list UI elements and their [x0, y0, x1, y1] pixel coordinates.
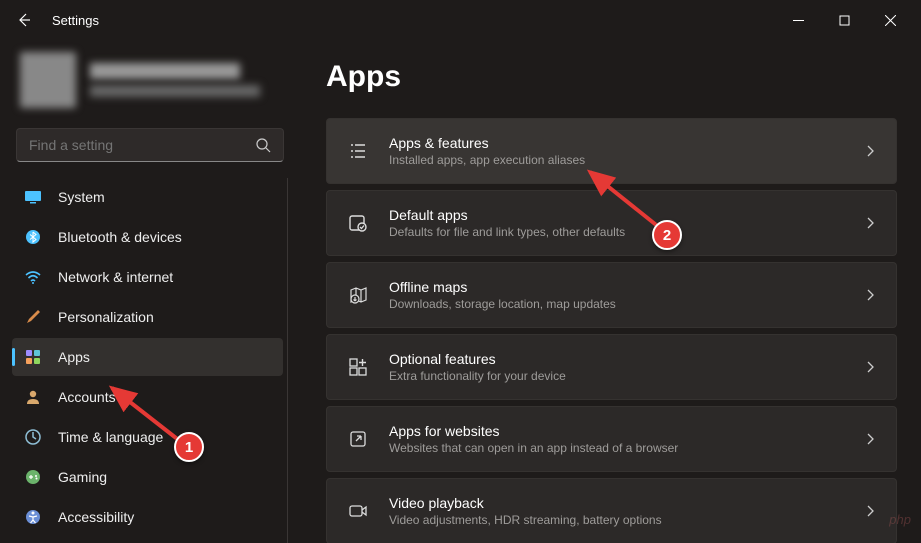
brush-icon	[24, 308, 42, 326]
bluetooth-icon	[24, 228, 42, 246]
default-apps-icon	[347, 212, 369, 234]
sidebar-item-network[interactable]: Network & internet	[12, 258, 283, 296]
wifi-icon	[24, 268, 42, 286]
sidebar-item-label: System	[58, 189, 105, 205]
card-subtitle: Video adjustments, HDR streaming, batter…	[389, 513, 844, 527]
apps-icon	[24, 348, 42, 366]
annotation-badge-1: 1	[174, 432, 204, 462]
clock-globe-icon	[24, 428, 42, 446]
card-title: Default apps	[389, 207, 844, 223]
sidebar-item-accounts[interactable]: Accounts	[12, 378, 283, 416]
card-title: Apps & features	[389, 135, 844, 151]
nav-list: System Bluetooth & devices Network & int…	[12, 178, 288, 543]
gamepad-icon	[24, 468, 42, 486]
chevron-right-icon	[864, 361, 876, 373]
sidebar-item-label: Network & internet	[58, 269, 173, 285]
card-title: Offline maps	[389, 279, 844, 295]
sidebar-item-time[interactable]: Time & language	[12, 418, 283, 456]
search-icon	[255, 137, 271, 153]
sidebar-item-label: Apps	[58, 349, 90, 365]
sidebar-item-label: Accessibility	[58, 509, 134, 525]
close-icon	[885, 15, 896, 26]
card-apps-for-websites[interactable]: Apps for websites Websites that can open…	[326, 406, 897, 472]
chevron-right-icon	[864, 505, 876, 517]
titlebar: Settings	[0, 0, 921, 40]
back-button[interactable]	[8, 4, 40, 36]
card-subtitle: Extra functionality for your device	[389, 369, 844, 383]
open-external-icon	[347, 428, 369, 450]
search-box[interactable]	[16, 128, 284, 162]
watermark: php	[889, 512, 911, 527]
chevron-right-icon	[864, 217, 876, 229]
profile-name-redacted	[90, 63, 240, 79]
main-content: Apps Apps & features Installed apps, app…	[300, 40, 921, 543]
minimize-button[interactable]	[775, 4, 821, 36]
list-icon	[347, 140, 369, 162]
sidebar-item-label: Personalization	[58, 309, 154, 325]
chevron-right-icon	[864, 433, 876, 445]
accessibility-icon	[24, 508, 42, 526]
person-icon	[24, 388, 42, 406]
sidebar-item-accessibility[interactable]: Accessibility	[12, 498, 283, 536]
annotation-badge-2: 2	[652, 220, 682, 250]
card-subtitle: Downloads, storage location, map updates	[389, 297, 844, 311]
chevron-right-icon	[864, 289, 876, 301]
card-subtitle: Websites that can open in an app instead…	[389, 441, 844, 455]
sidebar-item-personalization[interactable]: Personalization	[12, 298, 283, 336]
minimize-icon	[793, 15, 804, 26]
search-input[interactable]	[29, 137, 255, 153]
card-subtitle: Installed apps, app execution aliases	[389, 153, 844, 167]
card-offline-maps[interactable]: Offline maps Downloads, storage location…	[326, 262, 897, 328]
sidebar-item-label: Time & language	[58, 429, 163, 445]
sidebar-item-label: Gaming	[58, 469, 107, 485]
avatar	[20, 52, 76, 108]
card-apps-features[interactable]: Apps & features Installed apps, app exec…	[326, 118, 897, 184]
maximize-button[interactable]	[821, 4, 867, 36]
page-title: Apps	[326, 60, 897, 94]
arrow-left-icon	[16, 12, 32, 28]
sidebar-item-bluetooth[interactable]: Bluetooth & devices	[12, 218, 283, 256]
monitor-icon	[24, 188, 42, 206]
card-title: Optional features	[389, 351, 844, 367]
card-title: Apps for websites	[389, 423, 844, 439]
card-title: Video playback	[389, 495, 844, 511]
card-optional-features[interactable]: Optional features Extra functionality fo…	[326, 334, 897, 400]
card-video-playback[interactable]: Video playback Video adjustments, HDR st…	[326, 478, 897, 543]
sidebar-item-gaming[interactable]: Gaming	[12, 458, 283, 496]
sidebar-item-system[interactable]: System	[12, 178, 283, 216]
maximize-icon	[839, 15, 850, 26]
sidebar: System Bluetooth & devices Network & int…	[0, 40, 300, 543]
map-icon	[347, 284, 369, 306]
chevron-right-icon	[864, 145, 876, 157]
optional-features-icon	[347, 356, 369, 378]
close-button[interactable]	[867, 4, 913, 36]
card-subtitle: Defaults for file and link types, other …	[389, 225, 844, 239]
sidebar-item-label: Bluetooth & devices	[58, 229, 182, 245]
video-icon	[347, 500, 369, 522]
sidebar-item-label: Accounts	[58, 389, 116, 405]
profile-section[interactable]	[12, 40, 288, 128]
sidebar-item-apps[interactable]: Apps	[12, 338, 283, 376]
profile-email-redacted	[90, 85, 260, 97]
window-title: Settings	[52, 13, 99, 28]
card-default-apps[interactable]: Default apps Defaults for file and link …	[326, 190, 897, 256]
